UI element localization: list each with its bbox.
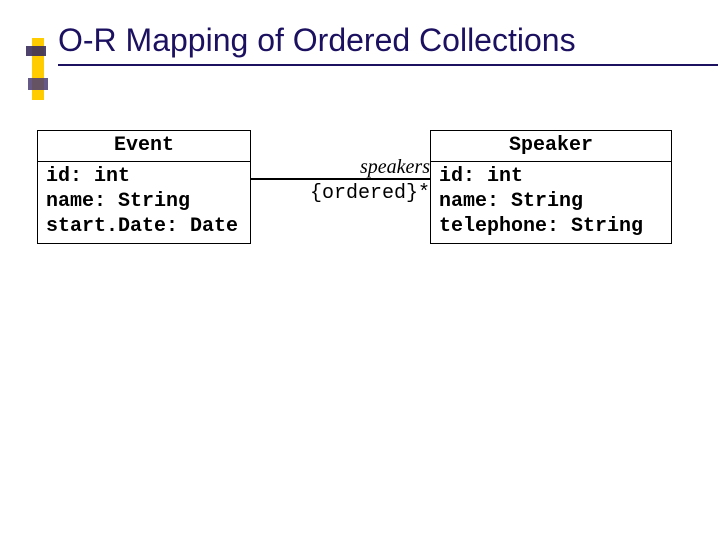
- association-name-label: speakers: [250, 156, 436, 179]
- class-attrs-event: id: int name: String start.Date: Date: [38, 162, 250, 243]
- attr: start.Date: Date: [46, 214, 244, 239]
- attr: id: int: [439, 164, 665, 189]
- class-name-event: Event: [38, 131, 250, 162]
- title-underline: [58, 64, 718, 66]
- class-name-speaker: Speaker: [431, 131, 671, 162]
- class-box-speaker: Speaker id: int name: String telephone: …: [430, 130, 672, 244]
- attr: id: int: [46, 164, 244, 189]
- class-attrs-speaker: id: int name: String telephone: String: [431, 162, 671, 243]
- slide-title: O-R Mapping of Ordered Collections: [58, 22, 576, 59]
- attr: name: String: [439, 189, 665, 214]
- attr: telephone: String: [439, 214, 665, 239]
- attr: name: String: [46, 189, 244, 214]
- title-decor-icon: [26, 38, 48, 100]
- association-constraint-label: {ordered}*: [250, 182, 436, 205]
- class-box-event: Event id: int name: String start.Date: D…: [37, 130, 251, 244]
